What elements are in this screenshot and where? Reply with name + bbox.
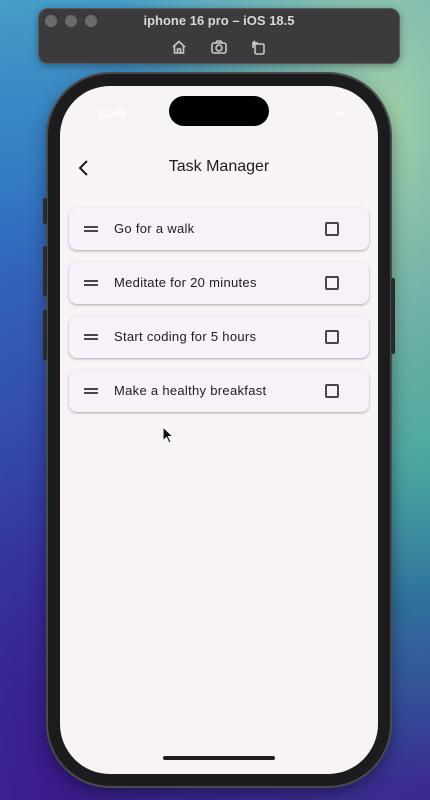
phone-frame: 12:46 •• Task Manager Go for a walk Medi…: [43, 74, 395, 786]
drag-handle-icon[interactable]: [83, 276, 99, 290]
power-button: [391, 278, 395, 354]
task-label: Make a healthy breakfast: [114, 383, 267, 398]
app-bar: Task Manager: [60, 146, 378, 190]
task-list: Go for a walk Meditate for 20 minutes St…: [69, 208, 369, 424]
home-icon[interactable]: [170, 39, 188, 55]
volume-down-button: [43, 310, 47, 360]
task-label: Start coding for 5 hours: [114, 329, 257, 344]
task-label: Go for a walk: [114, 221, 195, 236]
task-checkbox[interactable]: [325, 276, 339, 290]
rotate-icon[interactable]: [250, 39, 268, 55]
simulator-title: iphone 16 pro – iOS 18.5: [143, 13, 295, 28]
volume-up-button: [43, 246, 47, 296]
simulator-window-bar: iphone 16 pro – iOS 18.5: [38, 8, 400, 64]
task-item[interactable]: Meditate for 20 minutes: [69, 262, 369, 304]
home-indicator[interactable]: [163, 756, 275, 760]
status-time: 12:46: [98, 108, 127, 120]
screenshot-icon[interactable]: [210, 39, 228, 55]
task-item[interactable]: Go for a walk: [69, 208, 369, 250]
task-label: Meditate for 20 minutes: [114, 275, 257, 290]
page-title: Task Manager: [168, 158, 270, 175]
task-item[interactable]: Start coding for 5 hours: [69, 316, 369, 358]
drag-handle-icon[interactable]: [83, 222, 99, 236]
status-indicators: ••: [336, 108, 344, 120]
drag-handle-icon[interactable]: [83, 330, 99, 344]
task-checkbox[interactable]: [325, 384, 339, 398]
task-checkbox[interactable]: [325, 330, 339, 344]
task-checkbox[interactable]: [325, 222, 339, 236]
action-button: [43, 198, 47, 224]
app-screen: 12:46 •• Task Manager Go for a walk Medi…: [60, 86, 378, 774]
drag-handle-icon[interactable]: [83, 384, 99, 398]
dynamic-island: [169, 96, 269, 126]
mouse-pointer-icon: [162, 426, 174, 444]
task-item[interactable]: Make a healthy breakfast: [69, 370, 369, 412]
